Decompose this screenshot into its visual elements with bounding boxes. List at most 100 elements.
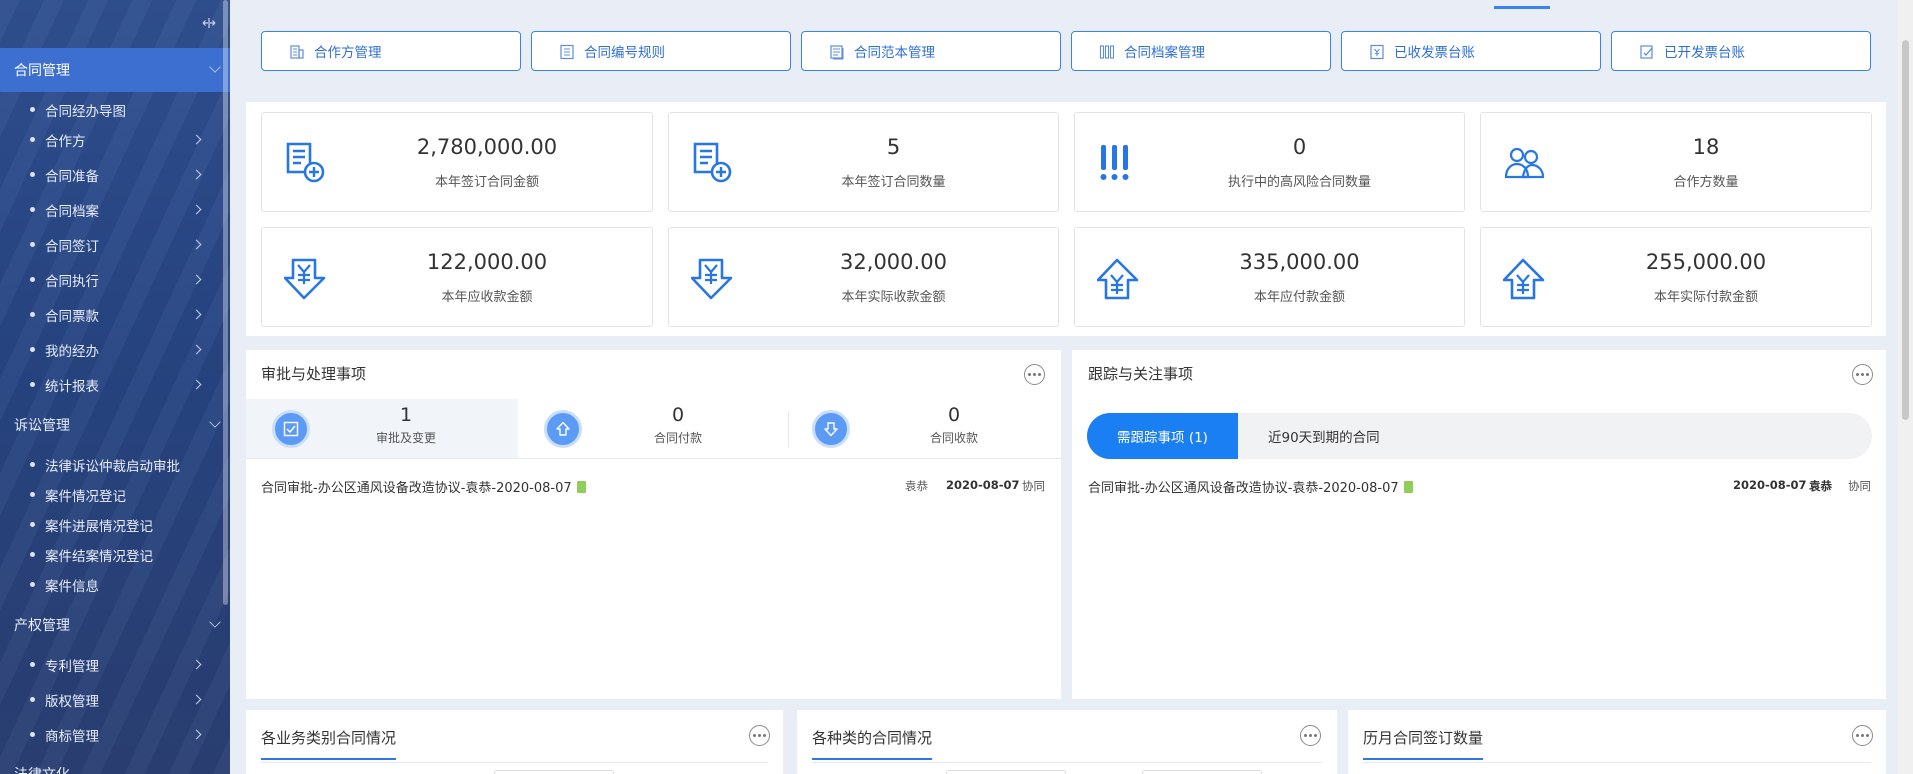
panel-title: 各种类的合同情况 xyxy=(812,727,933,760)
sidebar-item-case-info[interactable]: 案件信息 xyxy=(0,570,222,600)
sidebar-item-archive[interactable]: 合同档案 xyxy=(0,195,222,225)
stat-card-signed-amount[interactable]: 2,780,000.00 本年签订合同金额 xyxy=(261,112,653,212)
approval-row-person: 袁恭 xyxy=(905,479,928,493)
tab-contract-payment[interactable]: 0 合同付款 xyxy=(518,399,788,458)
sidebar-item-payments[interactable]: 合同票款 xyxy=(0,300,222,330)
stat-label: 合作方数量 xyxy=(1673,175,1739,190)
stat-value: 32,000.00 xyxy=(840,250,947,274)
sidebar-item-litigation-approval[interactable]: 法律诉讼仲裁启动审批 xyxy=(0,450,222,480)
chevron-right-icon xyxy=(191,134,202,145)
stat-label: 本年实际收款金额 xyxy=(841,290,946,305)
more-icon[interactable] xyxy=(1852,364,1873,385)
quick-link-received-invoices[interactable]: 已收发票台账 xyxy=(1341,31,1601,71)
stat-card-received[interactable]: 32,000.00 本年实际收款金额 xyxy=(668,227,1059,327)
more-icon[interactable] xyxy=(1300,725,1321,746)
stat-card-paid[interactable]: 255,000.00 本年实际付款金额 xyxy=(1480,227,1872,327)
sidebar-scrollbar[interactable] xyxy=(223,0,228,605)
quick-link-templates[interactable]: 合同范本管理 xyxy=(801,31,1061,71)
tab-approval-change[interactable]: 1 审批及变更 xyxy=(246,399,518,458)
stat-label: 本年应收款金额 xyxy=(441,290,533,305)
tracking-row-title[interactable]: 合同审批-办公区通风设备改造协议-袁恭-2020-08-07 xyxy=(1088,477,1413,496)
sidebar-item-patent[interactable]: 专利管理 xyxy=(0,650,222,680)
sidebar-item-contract-map[interactable]: 合同经办导图 xyxy=(0,95,222,125)
more-icon[interactable] xyxy=(1024,364,1045,385)
chevron-right-icon xyxy=(191,694,202,705)
more-icon[interactable] xyxy=(1852,725,1873,746)
stat-value: 5 xyxy=(886,135,901,159)
sidebar-item-my-handled[interactable]: 我的经办 xyxy=(0,335,222,365)
sidebar-item-case-register[interactable]: 案件情况登记 xyxy=(0,480,222,510)
quick-link-partner-management[interactable]: 合作方管理 xyxy=(261,31,521,71)
tracking-panel xyxy=(1072,350,1886,699)
building-icon xyxy=(290,45,304,59)
stat-card-high-risk[interactable]: 0 执行中的高风险合同数量 xyxy=(1074,112,1465,212)
sidebar-item-reports[interactable]: 统计报表 xyxy=(0,370,222,400)
stat-value: 255,000.00 xyxy=(1645,250,1767,274)
stat-label: 本年实际付款金额 xyxy=(1653,290,1758,305)
sidebar-item-copyright[interactable]: 版权管理 xyxy=(0,685,222,715)
tab-need-tracking[interactable]: 需跟踪事项 (1) xyxy=(1087,413,1238,459)
sidebar-group-contract[interactable]: 合同管理 xyxy=(0,48,230,92)
tab-contract-receipt[interactable]: 0 合同收款 xyxy=(788,399,1060,458)
chevron-right-icon xyxy=(191,344,202,355)
document-icon xyxy=(576,481,586,493)
stat-label: 本年应付款金额 xyxy=(1253,290,1345,305)
stat-value: 0 xyxy=(1292,135,1307,159)
approval-row-date: 2020-08-07 xyxy=(946,478,1020,492)
template-icon xyxy=(830,45,844,60)
active-tab-indicator xyxy=(1494,6,1550,9)
stat-label: 执行中的高风险合同数量 xyxy=(1227,175,1371,190)
chevron-right-icon xyxy=(191,309,202,320)
chevron-right-icon xyxy=(191,239,202,250)
chevron-right-icon xyxy=(191,274,202,285)
sidebar-group-litigation[interactable]: 诉讼管理 xyxy=(0,403,230,447)
stat-card-payable[interactable]: 335,000.00 本年应付款金额 xyxy=(1074,227,1465,327)
issued-invoice-icon xyxy=(1640,45,1653,59)
sidebar-item-sign[interactable]: 合同签订 xyxy=(0,230,222,260)
sidebar-item-trademark[interactable]: 商标管理 xyxy=(0,720,222,750)
more-icon[interactable] xyxy=(749,725,770,746)
stat-value: 122,000.00 xyxy=(426,250,548,274)
sidebar-group-legal-culture[interactable]: 法律文化 xyxy=(0,752,230,774)
chevron-right-icon xyxy=(191,169,202,180)
archive-icon xyxy=(1099,45,1115,59)
chevron-down-icon xyxy=(209,416,221,428)
list-icon xyxy=(560,44,574,60)
chevron-right-icon xyxy=(191,204,202,215)
panel-title: 各业务类别合同情况 xyxy=(261,727,397,760)
stat-label: 本年签订合同金额 xyxy=(434,175,539,190)
divider xyxy=(261,762,768,763)
chevron-down-icon xyxy=(209,616,221,628)
stat-value: 18 xyxy=(1692,135,1720,159)
sidebar-item-execute[interactable]: 合同执行 xyxy=(0,265,222,295)
quick-link-issued-invoices[interactable]: 已开发票台账 xyxy=(1611,31,1871,71)
tracking-row-person: 袁恭 xyxy=(1809,479,1832,493)
stat-card-signed-count[interactable]: 5 本年签订合同数量 xyxy=(668,112,1059,212)
approval-row-title[interactable]: 合同审批-办公区通风设备改造协议-袁恭-2020-08-07 xyxy=(261,477,586,496)
dropdown[interactable] xyxy=(946,770,1066,774)
sidebar-group-property[interactable]: 产权管理 xyxy=(0,603,230,647)
stat-card-partners[interactable]: 18 合作方数量 xyxy=(1480,112,1872,212)
scrollbar-thumb[interactable] xyxy=(1902,40,1909,420)
divider xyxy=(1363,762,1871,763)
stat-card-receivable[interactable]: 122,000.00 本年应收款金额 xyxy=(261,227,653,327)
sidebar-item-prepare[interactable]: 合同准备 xyxy=(0,160,222,190)
payment-icon xyxy=(544,410,582,448)
chevron-down-icon xyxy=(209,61,221,73)
dropdown[interactable] xyxy=(494,770,614,774)
dropdown[interactable] xyxy=(1142,770,1262,774)
sidebar-item-partner[interactable]: 合作方 xyxy=(0,125,222,155)
collapse-arrows-icon[interactable] xyxy=(198,16,220,36)
document-icon xyxy=(1403,481,1413,493)
tab-expiring-contracts[interactable]: 近90天到期的合同 xyxy=(1268,413,1380,459)
sidebar-item-case-close[interactable]: 案件结案情况登记 xyxy=(0,540,222,570)
tracking-row-action[interactable]: 协同 xyxy=(1848,478,1871,494)
sidebar-item-case-progress[interactable]: 案件进展情况登记 xyxy=(0,510,222,540)
page-scrollbar[interactable] xyxy=(1898,0,1913,774)
receipt-icon xyxy=(812,410,850,448)
received-invoice-icon xyxy=(1370,44,1384,60)
quick-link-archives[interactable]: 合同档案管理 xyxy=(1071,31,1331,71)
quick-link-numbering-rules[interactable]: 合同编号规则 xyxy=(531,31,791,71)
chevron-right-icon xyxy=(191,379,202,390)
approval-row-action[interactable]: 协同 xyxy=(1022,478,1045,494)
